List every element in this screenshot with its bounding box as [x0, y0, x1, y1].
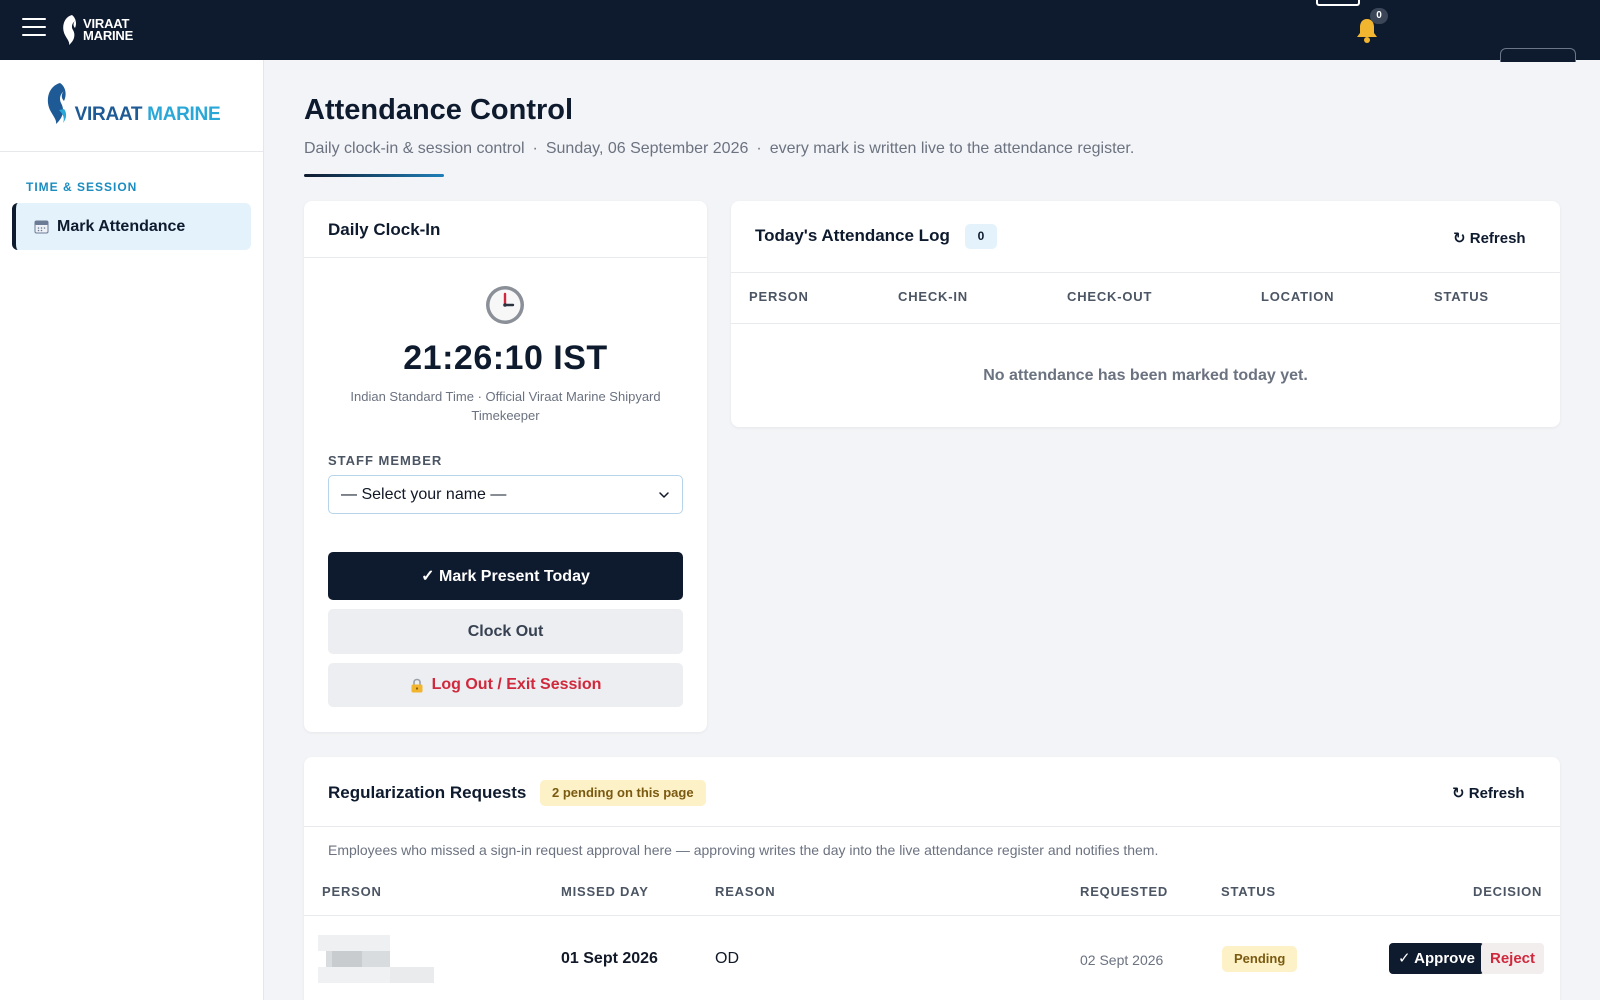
subtitle-part1: Daily clock-in & session control [304, 140, 525, 157]
column-header-reason: REASON [715, 884, 776, 899]
sidebar-item-label: Mark Attendance [57, 217, 186, 235]
sidebar: VIRAAT MARINE TIME & SESSION Mark Attend… [0, 60, 264, 1000]
divider [304, 915, 1560, 916]
brand-drop-icon [63, 15, 76, 45]
attendance-count-badge: 0 [965, 224, 997, 249]
regularization-header: Regularization Requests 2 pending on thi… [304, 757, 1560, 827]
daily-clock-in-card: Daily Clock-In 21:26:10 IST Indian Stand… [304, 201, 707, 732]
lock-icon [411, 678, 423, 692]
staff-member-label: STAFF MEMBER [328, 453, 443, 468]
clock-time: 21:26:10 IST [403, 339, 608, 377]
brand-drop-icon [47, 82, 66, 124]
avatar [318, 935, 434, 983]
user-menu-fragment[interactable] [1500, 48, 1576, 62]
attendance-empty-message: No attendance has been marked today yet. [983, 367, 1308, 384]
calendar-icon [34, 220, 49, 234]
attendance-log-header: Today's Attendance Log 0 ↻ Refresh [731, 201, 1560, 273]
approve-button[interactable]: ✓ Approve [1389, 943, 1485, 974]
logout-button-label: Log Out / Exit Session [431, 676, 602, 693]
sidebar-section-title: TIME & SESSION [26, 180, 138, 194]
sidebar-logo[interactable]: VIRAAT MARINE [0, 60, 263, 152]
clock-out-button[interactable]: Clock Out [328, 609, 683, 654]
sidebar-item-mark-attendance[interactable]: Mark Attendance [12, 203, 251, 250]
hamburger-menu-icon[interactable] [22, 18, 46, 40]
subtitle-part3: every mark is written live to the attend… [769, 140, 1135, 157]
column-header-requested: REQUESTED [1080, 884, 1169, 899]
notification-count-badge: 0 [1370, 8, 1388, 24]
title-underline [304, 174, 444, 177]
clock-card-title: Daily Clock-In [304, 201, 707, 258]
column-header-person: PERSON [749, 289, 809, 304]
divider [731, 323, 1560, 324]
sidebar-brand-part2: MARINE [147, 103, 221, 125]
attendance-log-refresh-button[interactable]: ↻ Refresh [1453, 229, 1526, 247]
reject-button[interactable]: Reject [1481, 943, 1545, 974]
chevron-down-icon [659, 491, 669, 498]
reason-cell: OD [715, 950, 739, 967]
page-title: Attendance Control [304, 94, 574, 126]
column-header-location: LOCATION [1261, 289, 1335, 304]
attendance-log-title: Today's Attendance Log [755, 226, 950, 245]
requested-date-cell: 02 Sept 2026 [1080, 952, 1164, 968]
column-header-status: STATUS [1221, 884, 1276, 899]
staff-member-select-value: — Select your name — [341, 485, 507, 503]
top-logo-line2: MARINE [83, 28, 134, 43]
staff-member-select[interactable]: — Select your name — [328, 475, 683, 514]
page-subtitle: Daily clock-in & session control · Sunday,… [304, 140, 1134, 158]
regularization-description: Employees who missed a sign-in request a… [328, 842, 1159, 858]
regularization-requests-card: Regularization Requests 2 pending on thi… [304, 757, 1560, 1000]
pending-count-badge: 2 pending on this page [540, 780, 706, 806]
clock-note: Indian Standard Time · Official Viraat M… [350, 389, 661, 423]
regularization-refresh-button[interactable]: ↻ Refresh [1452, 784, 1525, 802]
column-header-missed-day: MISSED DAY [561, 884, 649, 899]
column-header-check-in: CHECK-IN [898, 289, 968, 304]
attendance-log-card: Today's Attendance Log 0 ↻ Refresh PERSO… [731, 201, 1560, 427]
column-header-check-out: CHECK-OUT [1067, 289, 1153, 304]
logout-button[interactable]: Log Out / Exit Session [328, 663, 683, 707]
column-header-status: STATUS [1434, 289, 1489, 304]
subtitle-separator: · [756, 140, 762, 157]
missed-day-cell: 01 Sept 2026 [561, 950, 658, 967]
subtitle-date: Sunday, 06 September 2026 [545, 140, 749, 157]
column-header-person: PERSON [322, 884, 382, 899]
regularization-title: Regularization Requests [328, 783, 527, 802]
subtitle-separator: · [532, 140, 538, 157]
clock-icon [486, 286, 524, 324]
mark-present-button[interactable]: ✓ Mark Present Today [328, 552, 683, 600]
sidebar-brand-part1: VIRAAT [74, 103, 143, 125]
status-badge: Pending [1222, 946, 1298, 972]
column-header-decision: DECISION [1473, 884, 1543, 899]
top-logo[interactable]: VIRAAT MARINE [60, 12, 133, 48]
top-button-fragment[interactable] [1316, 0, 1360, 6]
top-bar: VIRAAT MARINE 0 [0, 0, 1600, 62]
